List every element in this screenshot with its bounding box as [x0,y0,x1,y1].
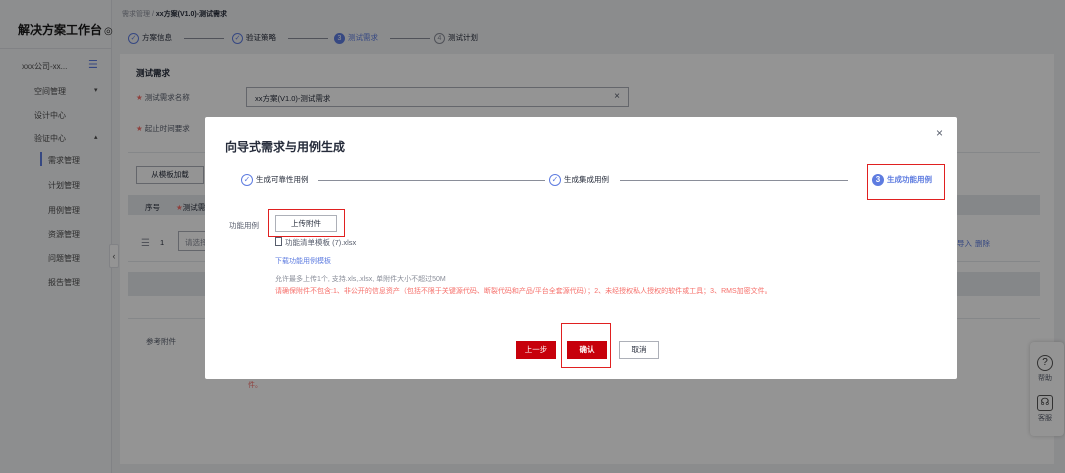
check-icon: ✓ [241,174,253,187]
functional-case-label: 功能用例 [229,221,259,230]
check-icon: ✓ [549,174,561,187]
uploaded-file[interactable]: 功能清单模板 (7).xlsx [275,237,356,248]
wizard-step-reliability: ✓ 生成可靠性用例 [241,174,309,187]
upload-hint: 允许最多上传1个, 支持.xls,.xlsx, 单附件大小不超过50M [275,276,446,283]
download-template-link[interactable]: 下载功能用例模板 [275,256,331,266]
dialog-title: 向导式需求与用例生成 [225,140,346,154]
highlight-box [268,209,345,237]
cancel-button[interactable]: 取消 [619,341,659,359]
previous-step-button[interactable]: 上一步 [516,341,556,359]
file-icon [275,237,282,246]
highlight-box [561,323,611,368]
wizard-dialog: 向导式需求与用例生成 × ✓ 生成可靠性用例 ✓ 生成集成用例 3 生成功能用例 功能… [205,117,957,379]
wizard-step-integration: ✓ 生成集成用例 [549,174,609,187]
highlight-box [867,164,945,200]
upload-warning: 请确保附件不包含:1、非公开的信息资产（包括不限于关键源代码、断裂代码和产品/平… [275,288,772,295]
close-icon[interactable]: × [936,126,943,140]
